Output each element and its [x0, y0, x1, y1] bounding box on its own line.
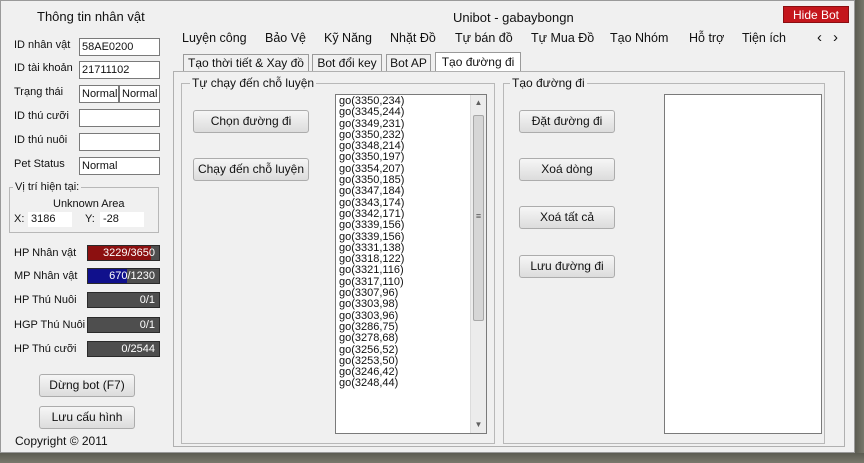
run-to-training-button[interactable]: Chạy đến chỗ luyện [193, 158, 309, 181]
list-item[interactable]: go(3278,68) [339, 332, 404, 344]
choose-path-button[interactable]: Chọn đường đi [193, 110, 309, 133]
y-label: Y: [85, 213, 95, 225]
label-pet-status: Pet Status [14, 158, 65, 170]
hp-pet-text: 0/1 [139, 294, 155, 306]
menu-item-pickup[interactable]: Nhặt Đồ [390, 31, 436, 45]
label-account-id: ID tài khoản [14, 62, 73, 74]
tab-weather-craft[interactable]: Tạo thời tiết & Xay đồ [183, 54, 309, 72]
x-label: X: [14, 213, 25, 225]
menu-item-training[interactable]: Luyện công [182, 31, 247, 45]
hp-mount-bar: 0/2544 [87, 341, 160, 357]
scroll-up-icon[interactable]: ▲ [471, 95, 486, 111]
delete-line-button[interactable]: Xoá dòng [519, 158, 615, 181]
menu-item-auto-buy[interactable]: Tự Mua Đồ [531, 31, 594, 45]
label-hp-character: HP Nhân vật [14, 247, 77, 259]
menu-item-utilities[interactable]: Tiện ích [742, 31, 786, 45]
label-pet-id: ID thú nuôi [14, 134, 68, 146]
tab-bot-ap[interactable]: Bot AP [386, 54, 431, 72]
main-window: Thông tin nhân vật ID nhân vật 58AE0200 … [0, 0, 855, 453]
desktop-background-bottom [0, 453, 864, 463]
list-item[interactable]: go(3248,44) [339, 378, 404, 390]
mp-character-text: 670/1230 [109, 270, 155, 282]
path-textarea[interactable] [664, 94, 822, 434]
label-mount-id: ID thú cưỡi [14, 110, 69, 122]
menu-scroll-left-icon[interactable]: ‹ [817, 29, 822, 46]
pet-status-field[interactable]: Normal [79, 157, 160, 175]
label-hp-pet: HP Thú Nuôi [14, 294, 77, 306]
account-id-field[interactable]: 21711102 [79, 61, 160, 79]
hgp-pet-bar: 0/1 [87, 317, 160, 333]
create-path-group-title: Tạo đường đi [510, 76, 587, 90]
menu-scroll-right-icon[interactable]: › [833, 29, 838, 46]
label-character-id: ID nhân vật [14, 39, 71, 51]
area-name: Unknown Area [53, 198, 125, 210]
hp-pet-bar: 0/1 [87, 292, 160, 308]
list-item[interactable]: go(3339,156) [339, 219, 404, 231]
menu-item-protection[interactable]: Bảo Vệ [265, 31, 306, 45]
hp-character-text: 3229/3650 [103, 247, 155, 259]
menu-item-support[interactable]: Hỗ trợ [689, 31, 724, 45]
delete-all-button[interactable]: Xoá tất cả [519, 206, 615, 229]
label-hp-mount: HP Thú cưỡi [14, 343, 77, 355]
tab-create-path[interactable]: Tạo đường đi [435, 52, 521, 72]
hgp-pet-text: 0/1 [139, 319, 155, 331]
save-config-button[interactable]: Lưu cấu hình [39, 406, 135, 429]
list-item[interactable]: go(3347,184) [339, 186, 404, 198]
scroll-thumb[interactable]: ≡ [473, 115, 484, 321]
auto-run-group-title: Tự chạy đến chỗ luyện [190, 76, 317, 90]
list-scrollbar[interactable]: ▲ ≡ ▼ [470, 95, 486, 433]
label-hgp-pet: HGP Thú Nuôi [14, 319, 86, 331]
x-value: 3186 [28, 212, 72, 227]
list-item[interactable]: go(3303,98) [339, 299, 404, 311]
desktop-background-right [855, 0, 864, 463]
character-id-field[interactable]: 58AE0200 [79, 38, 160, 56]
save-path-button[interactable]: Lưu đường đi [519, 255, 615, 278]
mount-id-field[interactable] [79, 109, 160, 127]
mp-character-bar: 670/1230 [87, 268, 160, 284]
path-listbox[interactable]: go(3350,234) go(3345,244) go(3349,231) go(3… [335, 94, 487, 434]
list-item[interactable]: go(3345,244) [339, 106, 404, 118]
copyright-text: Copyright © 2011 [15, 434, 108, 448]
label-mp-character: MP Nhân vật [14, 270, 78, 282]
scroll-grip-icon: ≡ [475, 211, 482, 221]
menu-item-skills[interactable]: Kỹ Năng [324, 31, 372, 45]
position-group-title: Vị trí hiện tại: [13, 181, 82, 193]
menu-item-auto-sell[interactable]: Tự bán đồ [455, 31, 513, 45]
hide-bot-button[interactable]: Hide Bot [783, 6, 849, 23]
label-status: Trạng thái [14, 86, 64, 98]
path-list-items: go(3350,234) go(3345,244) go(3349,231) go(3… [339, 95, 404, 390]
stop-bot-button[interactable]: Dừng bot (F7) [39, 374, 135, 397]
set-path-button[interactable]: Đặt đường đi [519, 110, 615, 133]
y-value: -28 [100, 212, 144, 227]
tab-change-key[interactable]: Bot đổi key [312, 54, 382, 72]
hp-character-bar: 3229/3650 [87, 245, 160, 261]
status-field[interactable]: Normal [79, 85, 119, 103]
window-title: Unibot - gabaybongn [453, 10, 574, 25]
menu-item-party[interactable]: Tạo Nhóm [610, 31, 668, 45]
hp-mount-text: 0/2544 [121, 343, 155, 355]
pet-id-field[interactable] [79, 133, 160, 151]
scroll-down-icon[interactable]: ▼ [471, 417, 486, 433]
status-field-2[interactable]: Normal [119, 85, 160, 103]
sidebar-title: Thông tin nhân vật [37, 9, 145, 24]
